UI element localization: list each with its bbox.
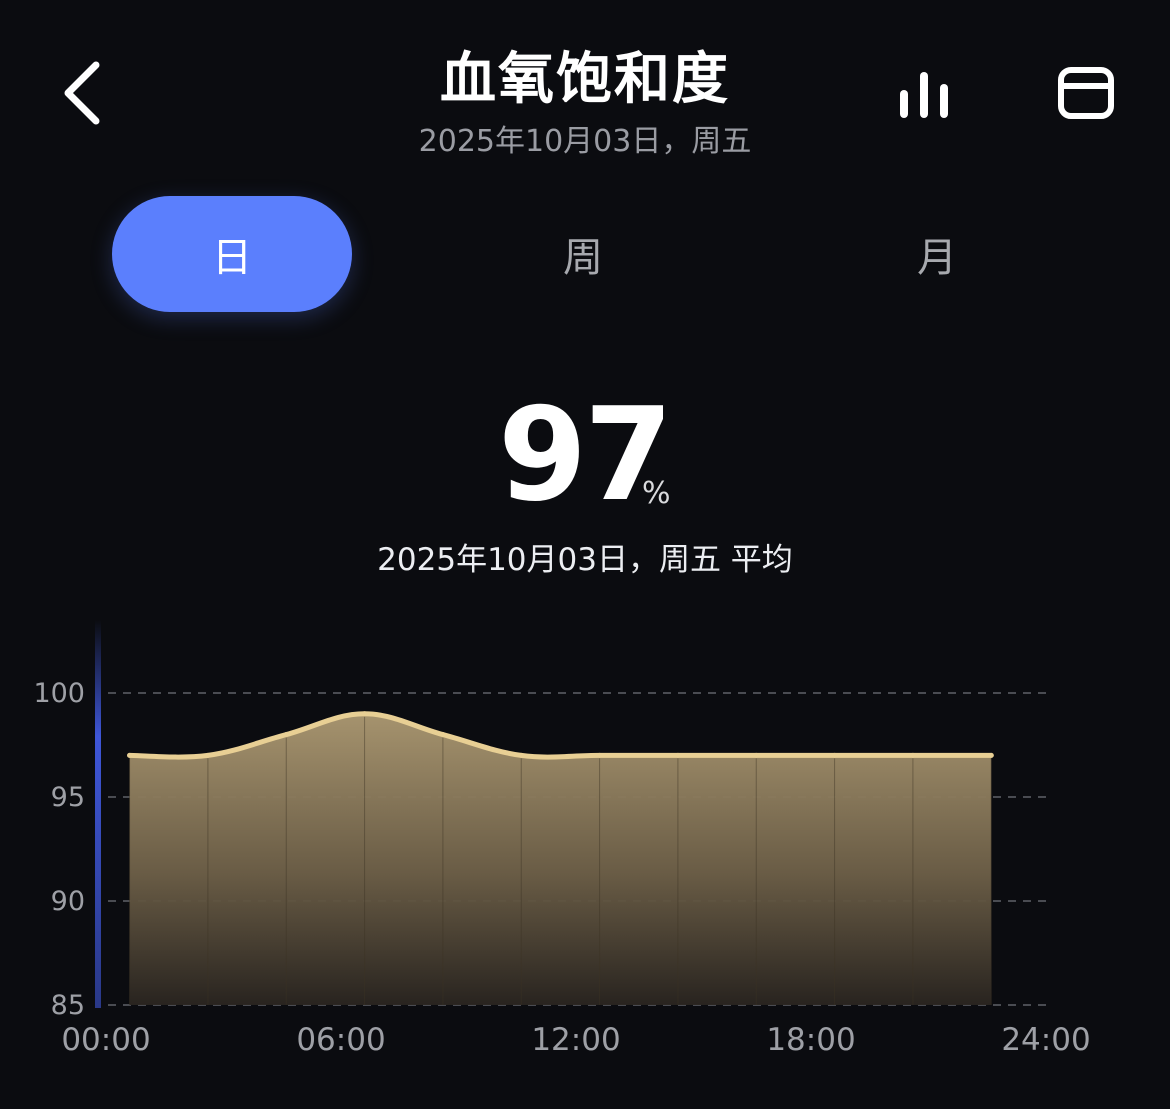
spo2-chart[interactable]: 100 95 90 8500:00 06:00 12:00 18:00 24:00 (0, 610, 1170, 1070)
data-point[interactable] (910, 752, 916, 758)
calendar-button[interactable] (1050, 62, 1122, 126)
average-unit: % (642, 476, 671, 511)
x-tick-label: 00:00 (61, 1022, 150, 1058)
tab-week-label: 周 (563, 235, 603, 281)
data-point[interactable] (832, 752, 838, 758)
tab-day-label: 日 (212, 235, 252, 281)
data-point[interactable] (675, 752, 681, 758)
x-tick-label: 18:00 (766, 1022, 855, 1058)
bar-chart-icon (900, 72, 948, 118)
x-tick-label: 12:00 (531, 1022, 620, 1058)
stats-button[interactable] (886, 64, 962, 128)
x-tick-label: 06:00 (296, 1022, 385, 1058)
tab-week[interactable]: 周 (463, 196, 703, 312)
page-title: 血氧饱和度 (440, 47, 730, 112)
y-tick-label: 85 (51, 990, 85, 1021)
data-point[interactable] (440, 732, 446, 738)
y-tick-label: 100 (33, 678, 85, 709)
card-icon (1058, 67, 1114, 119)
data-point[interactable] (753, 752, 759, 758)
data-point[interactable] (127, 752, 133, 758)
tab-month-label: 月 (917, 235, 957, 281)
chart-scrubber-handle[interactable] (95, 620, 101, 1008)
tab-month[interactable]: 月 (817, 196, 1057, 312)
data-point[interactable] (597, 752, 603, 758)
y-tick-label: 90 (51, 886, 85, 917)
tab-day[interactable]: 日 (112, 196, 352, 312)
page-date: 2025年10月03日，周五 (418, 124, 752, 159)
y-tick-label: 95 (51, 782, 85, 813)
x-tick-label: 24:00 (1001, 1022, 1090, 1058)
data-point[interactable] (283, 732, 289, 738)
average-label: 2025年10月03日，周五 平均 (377, 542, 793, 578)
data-point[interactable] (988, 752, 994, 758)
data-point[interactable] (205, 752, 211, 758)
data-point[interactable] (362, 711, 368, 717)
data-point[interactable] (518, 752, 524, 758)
